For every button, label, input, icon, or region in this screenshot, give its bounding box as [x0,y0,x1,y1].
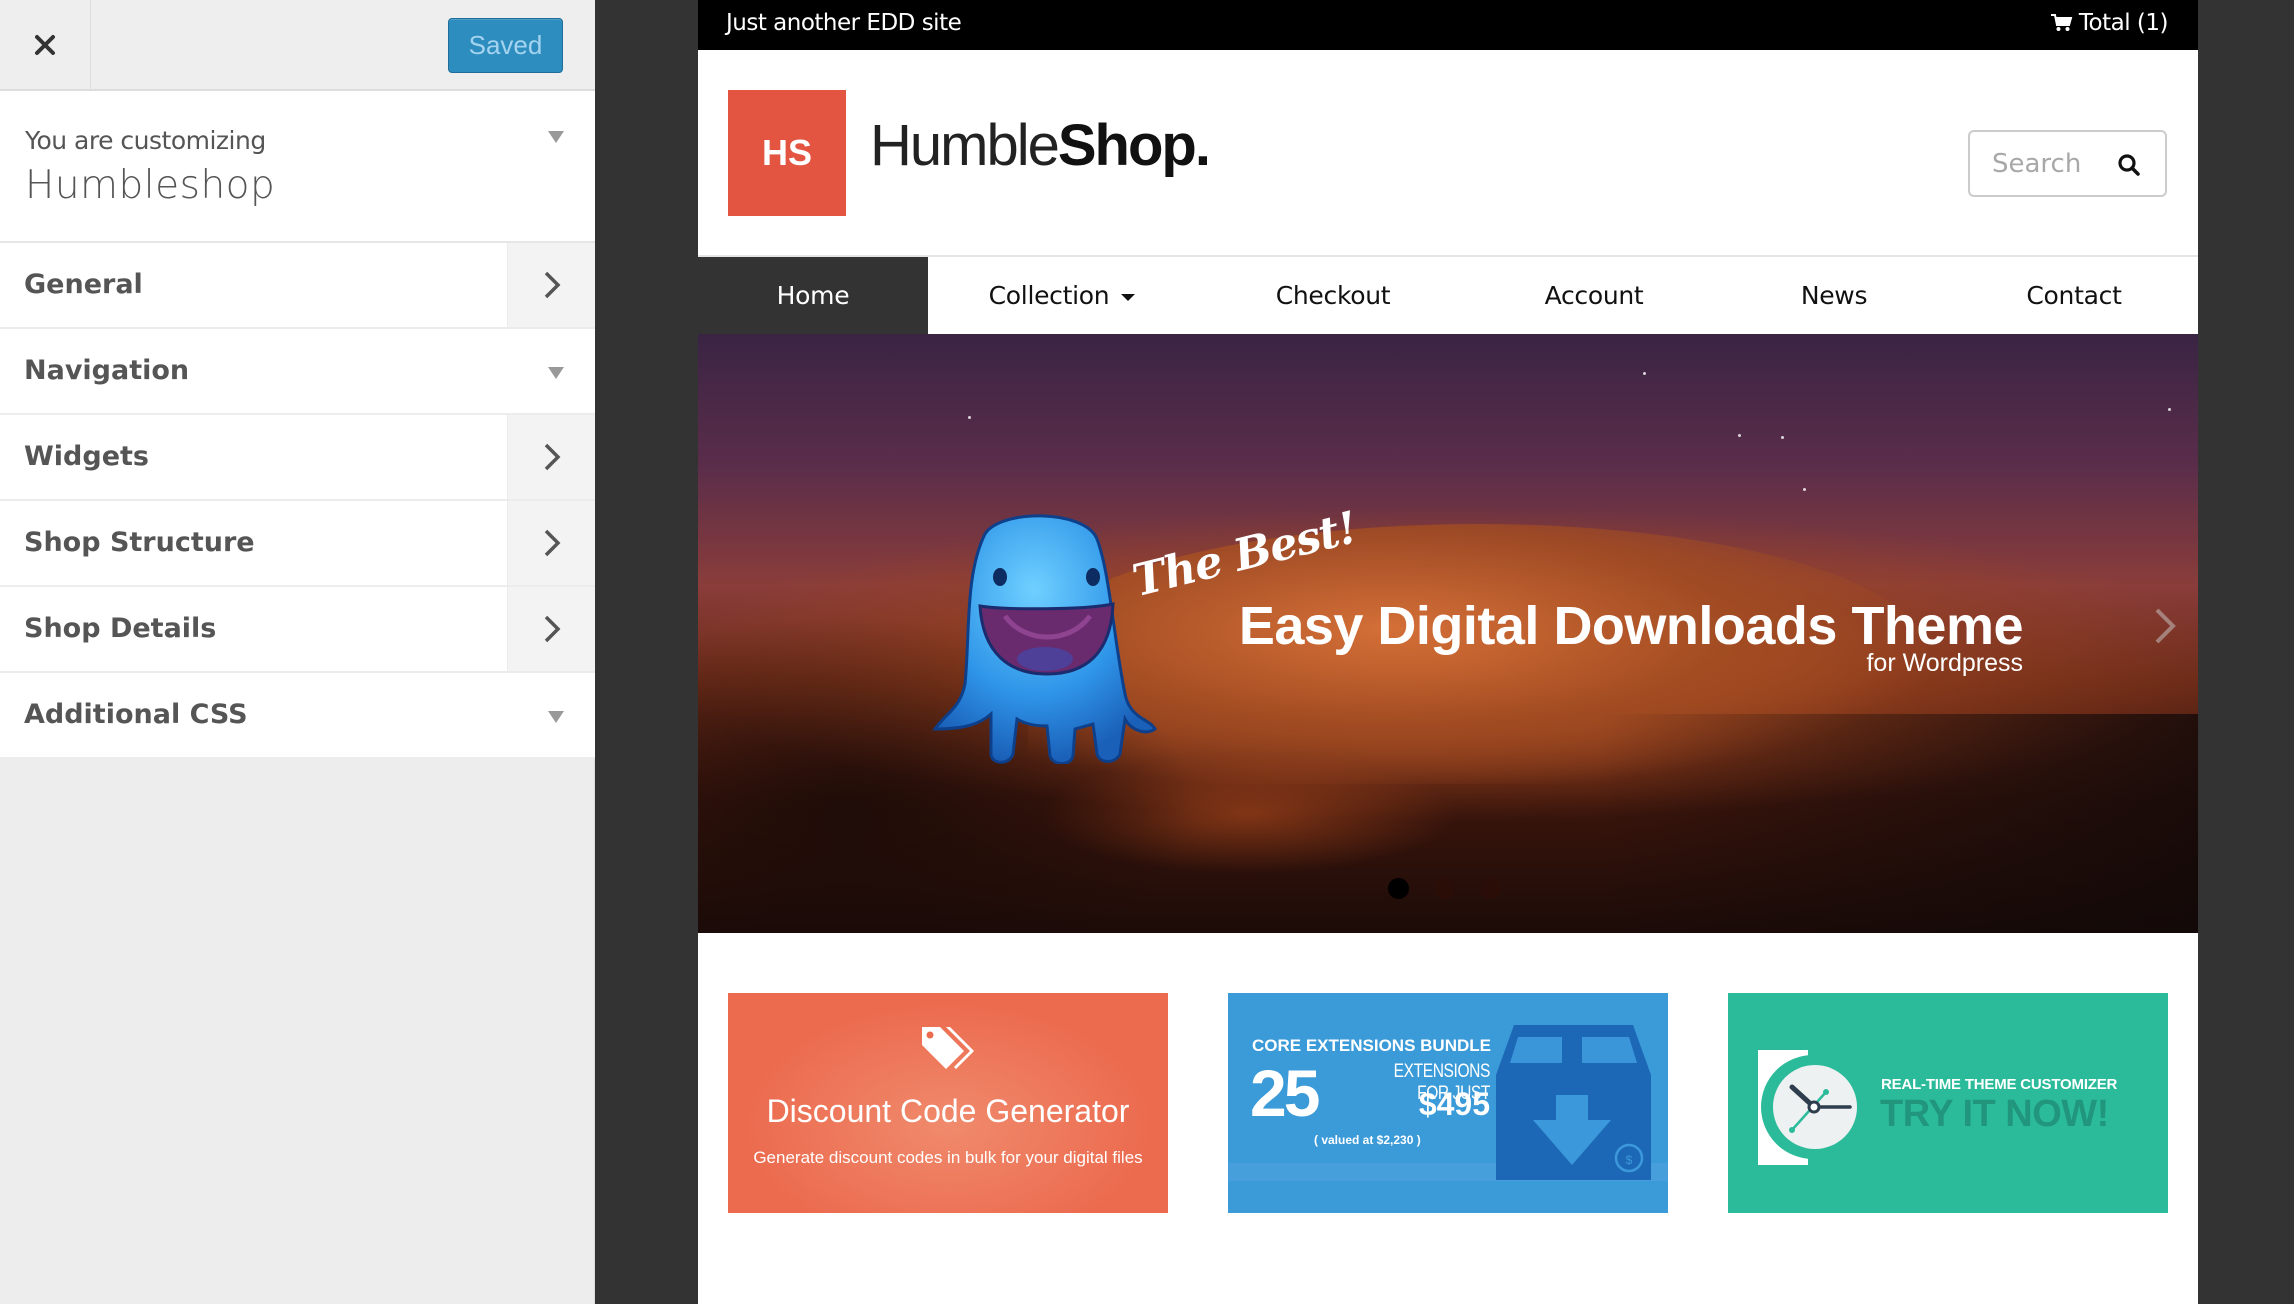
site-tagline: Just another EDD site [726,10,962,36]
triangle-down-icon [548,367,564,379]
chevron-right-icon [544,443,560,471]
section-open-button[interactable] [507,587,595,671]
section-label: Navigation [24,355,190,386]
wordmark-bold: Shop. [1057,113,1211,178]
svg-text:$: $ [1626,1153,1633,1167]
promo-discount-code-generator[interactable]: Discount Code Generator Generate discoun… [728,993,1168,1213]
logo-mark[interactable]: HS [728,90,846,216]
search-input[interactable] [1992,148,2112,179]
star [1738,434,1741,437]
close-icon [35,34,55,55]
download-box-icon: $ [1496,1025,1651,1180]
clock-icon [1758,1050,1858,1165]
nav-contact[interactable]: Contact [1950,257,2198,334]
promo-valued: ( valued at $2,230 ) [1314,1133,1421,1147]
slider-dot[interactable] [1434,878,1455,899]
site-wordmark[interactable]: HumbleShop. [870,112,1211,179]
customizer-info-panel[interactable]: You are customizing Humbleshop [0,91,595,243]
customizer-sidebar: Saved You are customizing Humbleshop Gen… [0,0,595,1304]
customizing-label: You are customizing [25,126,266,155]
main-navigation: Home Collection Checkout Account News Co… [698,257,2198,334]
nav-label: Collection [988,281,1110,310]
cart-total-label: Total (1) [2078,10,2169,36]
nav-collection[interactable]: Collection [928,257,1196,334]
section-label: Shop Structure [24,527,255,558]
slider-dot[interactable] [1480,878,1501,899]
nav-news[interactable]: News [1718,257,1950,334]
section-open-button[interactable] [507,501,595,585]
save-button[interactable]: Saved [448,18,563,73]
customizer-header: Saved [0,0,595,91]
section-widgets[interactable]: Widgets [0,415,595,501]
site-topbar: Just another EDD site Total (1) [698,0,2198,50]
slide-subhead: for Wordpress [1866,649,2023,677]
promo-heading: CORE EXTENSIONS BUNDLE [1252,1036,1491,1055]
star [2168,408,2171,411]
section-open-button[interactable] [507,415,595,499]
caret-down-icon [1121,294,1136,301]
promo-banners: Discount Code Generator Generate discoun… [728,993,2168,1213]
chevron-right-icon [544,529,560,557]
wordmark-light: Humble [870,113,1060,178]
customizer-sections: General Navigation Widgets Shop Structur… [0,243,595,759]
search-icon[interactable] [2117,153,2141,177]
section-navigation[interactable]: Navigation [0,329,595,415]
shopping-cart-icon [2050,14,2073,31]
cart-total-link[interactable]: Total (1) [2050,0,2169,46]
search-box [1968,130,2167,197]
star [1781,436,1784,439]
promo-heading: REAL-TIME THEME CUSTOMIZER [1881,1076,2118,1093]
star [1643,372,1646,375]
logo-mark-text: HS [761,132,812,173]
promo-core-extensions-bundle[interactable]: CORE EXTENSIONS BUNDLE 25 EXTENSIONS FOR… [1228,993,1668,1213]
nav-label: News [1800,281,1868,310]
nav-label: Contact [2026,281,2122,310]
promo-price: $495 [1418,1086,1490,1122]
slider-dot[interactable] [1388,878,1409,899]
theme-name: Humbleshop [25,163,276,208]
section-shop-details[interactable]: Shop Details [0,587,595,673]
slide-background-shade [1598,714,2198,933]
star [968,416,971,419]
section-label: General [24,269,143,300]
tags-icon [922,1027,974,1069]
promo-real-time-customizer[interactable]: REAL-TIME THEME CUSTOMIZER TRY IT NOW! [1728,993,2168,1213]
chevron-right-icon [544,615,560,643]
slide-headline: Easy Digital Downloads Theme [1238,596,2024,656]
section-additional-css[interactable]: Additional CSS [0,673,595,759]
nav-checkout[interactable]: Checkout [1196,257,1470,334]
nav-account[interactable]: Account [1470,257,1718,334]
nav-label: Checkout [1275,281,1391,310]
triangle-down-icon[interactable] [548,131,564,143]
nav-home[interactable]: Home [698,257,928,334]
section-general[interactable]: General [0,243,595,329]
site-header: HS HumbleShop. [698,50,2198,257]
section-label: Additional CSS [24,699,248,730]
section-shop-structure[interactable]: Shop Structure [0,501,595,587]
promo-subtitle: Generate discount codes in bulk for your… [753,1148,1143,1167]
star [1803,488,1806,491]
nav-label: Home [776,281,850,310]
chevron-right-icon[interactable] [2153,606,2177,646]
slider-pagination [1388,878,1501,899]
chevron-right-icon [544,271,560,299]
site-preview: Just another EDD site Total (1) HS Humbl… [698,0,2198,1304]
promo-count: 25 [1250,1056,1320,1130]
promo-cta: TRY IT NOW! [1880,1093,2109,1135]
mascot-illustration [932,514,1157,764]
section-open-button[interactable] [507,243,595,327]
nav-label: Account [1544,281,1644,310]
section-label: Widgets [24,441,149,472]
hero-slider[interactable]: The Best! Easy Digital Downloads Theme f… [698,334,2198,933]
close-customizer-button[interactable] [0,0,91,89]
triangle-down-icon [548,711,564,723]
promo-title: Discount Code Generator [766,1093,1130,1129]
section-label: Shop Details [24,613,217,644]
